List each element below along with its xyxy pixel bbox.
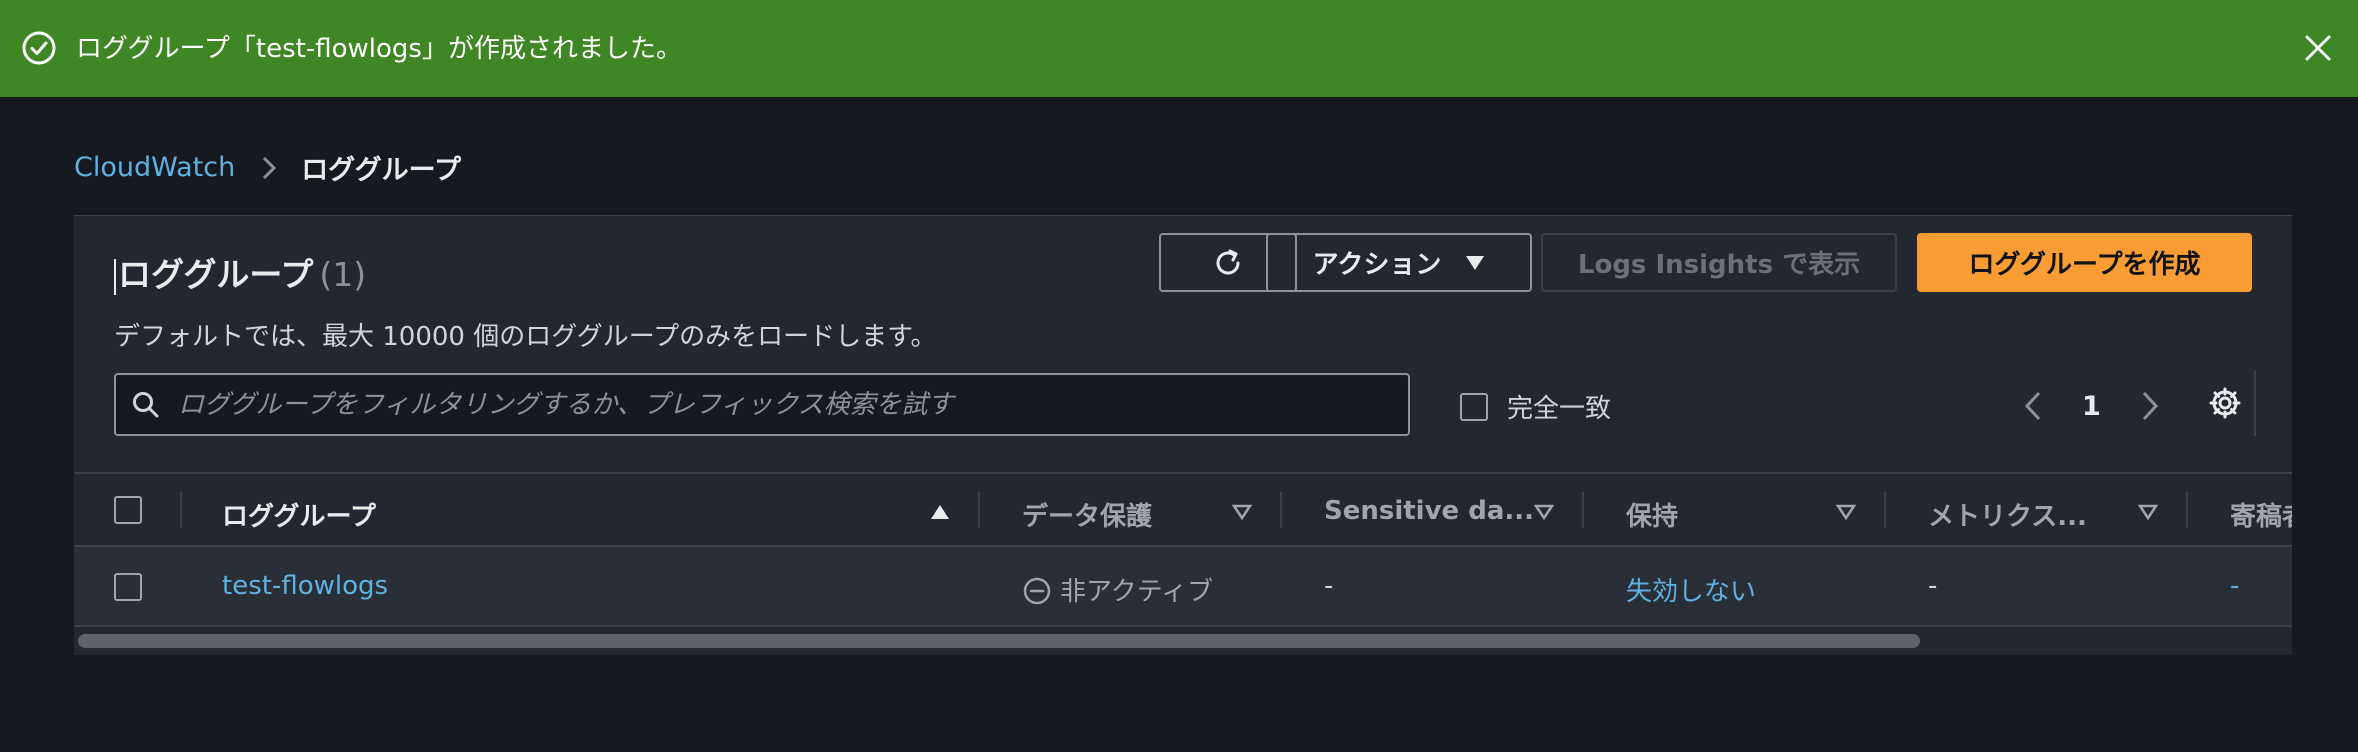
gear-icon[interactable] — [2208, 386, 2242, 420]
column-header-log-group[interactable]: ロググループ — [222, 496, 376, 533]
table-header: ロググループ データ保護 Sensitive da... 保持 メトリクス...… — [74, 472, 2292, 547]
search-icon — [133, 392, 159, 418]
contributors-link[interactable]: - — [2230, 571, 2239, 601]
log-group-search — [114, 373, 1410, 436]
breadcrumb-current: ロググループ — [301, 155, 462, 186]
sort-triangle-icon[interactable] — [2138, 504, 2158, 520]
sort-ascending-icon[interactable] — [930, 504, 950, 520]
sort-triangle-icon[interactable] — [1534, 504, 1554, 520]
actions-button-label: アクション — [1312, 250, 1442, 280]
current-page[interactable]: 1 — [2082, 391, 2101, 422]
exact-match-option[interactable]: 完全一致 — [1460, 388, 1611, 425]
data-protection-status-text: 非アクティブ — [1060, 577, 1214, 607]
text-caret — [114, 258, 116, 295]
chevron-right-icon — [263, 156, 277, 179]
column-divider — [180, 492, 182, 528]
data-protection-status: 非アクティブ — [1022, 571, 1213, 608]
logs-insights-button-label: Logs Insights で表示 — [1577, 250, 1861, 280]
column-header-metric-filters[interactable]: メトリクス... — [1928, 496, 2087, 533]
column-header-contributors[interactable]: 寄稿者 — [2230, 496, 2292, 533]
retention-link[interactable]: 失効しない — [1626, 571, 1756, 608]
column-divider — [1280, 492, 1282, 528]
close-icon[interactable] — [2302, 32, 2334, 64]
row-checkbox[interactable] — [114, 573, 142, 601]
caret-down-icon — [1466, 255, 1485, 270]
chevron-right-icon[interactable] — [2139, 388, 2161, 424]
check-circle-icon — [22, 31, 56, 65]
actions-dropdown-button[interactable]: アクション — [1266, 233, 1532, 292]
success-flash-banner: ロググループ「test-flowlogs」が作成されました。 — [0, 0, 2358, 97]
search-input[interactable] — [178, 375, 1398, 434]
flash-message: ロググループ「test-flowlogs」が作成されました。 — [76, 34, 682, 64]
page-title: ロググループ (1) — [114, 248, 366, 296]
exact-match-label: 完全一致 — [1507, 394, 1612, 424]
chevron-left-icon[interactable] — [2022, 388, 2044, 424]
panel-description: デフォルトでは、最大 10000 個のロググループのみをロードします。 — [114, 322, 937, 352]
exact-match-checkbox[interactable] — [1460, 392, 1488, 421]
log-group-name-link[interactable]: test-flowlogs — [222, 571, 388, 601]
inactive-status-icon — [1023, 577, 1051, 605]
create-log-group-button[interactable]: ロググループを作成 — [1917, 233, 2252, 292]
column-divider — [2186, 492, 2188, 528]
column-divider — [1884, 492, 1886, 528]
column-header-sensitive-data[interactable]: Sensitive da... — [1324, 496, 1534, 526]
horizontal-scrollbar[interactable] — [78, 634, 1920, 648]
column-divider — [1582, 492, 1584, 528]
sort-triangle-icon[interactable] — [1836, 504, 1856, 520]
breadcrumb-cloudwatch-link[interactable]: CloudWatch — [74, 152, 235, 183]
log-groups-panel: ロググループ (1) デフォルトでは、最大 10000 個のロググループのみをロー… — [74, 215, 2292, 655]
create-button-label: ロググループを作成 — [1968, 250, 2201, 280]
column-header-data-protection[interactable]: データ保護 — [1022, 496, 1152, 533]
metric-filters-value: - — [1928, 571, 1938, 601]
table-row: test-flowlogs 非アクティブ - 失効しない - - — [74, 547, 2292, 627]
column-divider — [978, 492, 980, 528]
logs-insights-button[interactable]: Logs Insights で表示 — [1541, 233, 1897, 292]
pagination: 1 — [2022, 370, 2256, 436]
select-all-checkbox[interactable] — [114, 496, 142, 524]
column-header-retention[interactable]: 保持 — [1626, 496, 1678, 533]
pagination-divider — [2254, 370, 2256, 436]
log-group-count: (1) — [319, 255, 367, 294]
sensitive-data-value: - — [1324, 571, 1334, 601]
refresh-icon — [1216, 249, 1240, 274]
breadcrumb: CloudWatch ロググループ — [74, 148, 461, 187]
panel-title-text: ロググループ — [118, 255, 314, 294]
sort-triangle-icon[interactable] — [1232, 504, 1252, 520]
